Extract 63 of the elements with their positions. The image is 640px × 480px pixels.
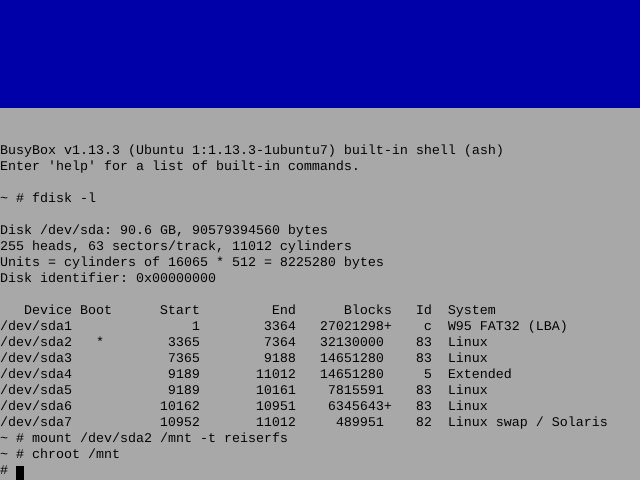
- command-line: ~ # mount /dev/sda2 /mnt -t reiserfs: [0, 432, 288, 448]
- blocks-cell: 27021298: [320, 320, 384, 336]
- end-cell: 3364: [264, 320, 296, 336]
- end-cell: 10161: [256, 384, 296, 400]
- command-line: ~ # fdisk -l: [0, 192, 96, 208]
- text-cursor: [16, 466, 24, 480]
- id-cell: 5: [424, 368, 432, 384]
- id-cell: 83: [416, 352, 432, 368]
- system-cell: Linux swap / Solaris: [448, 416, 608, 432]
- id-cell: 83: [416, 400, 432, 416]
- id-cell: c: [424, 320, 432, 336]
- blocks-cell: 6345643: [328, 400, 384, 416]
- system-cell: Extended: [448, 368, 512, 384]
- start-cell: 1: [192, 320, 200, 336]
- column-header: Boot: [78, 304, 112, 320]
- start-cell: 3365: [168, 336, 200, 352]
- system-cell: Linux: [448, 384, 488, 400]
- output-line: 255 heads, 63 sectors/track, 11012 cylinders: [0, 240, 352, 256]
- device-cell: /dev/sda5: [0, 384, 72, 400]
- blocks-flag-cell: +: [384, 320, 392, 336]
- blocks-cell: 489951: [336, 416, 384, 432]
- column-header: Device: [24, 304, 72, 320]
- id-cell: 83: [416, 336, 432, 352]
- start-cell: 10162: [160, 400, 200, 416]
- device-cell: /dev/sda2: [0, 336, 72, 352]
- blocks-cell: 14651280: [320, 352, 384, 368]
- system-cell: W95 FAT32 (LBA): [448, 320, 568, 336]
- output-line: Disk identifier: 0x00000000: [0, 272, 216, 288]
- blocks-flag-cell: +: [384, 400, 392, 416]
- start-cell: 10952: [160, 416, 200, 432]
- end-cell: 9188: [264, 352, 296, 368]
- device-cell: /dev/sda6: [0, 400, 72, 416]
- system-cell: Linux: [448, 336, 488, 352]
- start-cell: 9189: [168, 384, 200, 400]
- column-header: End: [272, 304, 296, 320]
- blocks-cell: 7815591: [328, 384, 384, 400]
- output-line: Enter 'help' for a list of built-in commands.: [0, 160, 360, 176]
- prompt: #: [0, 464, 8, 480]
- output-line: BusyBox v1.13.3 (Ubuntu 1:1.13.3-1ubuntu7) built-in shell (ash): [0, 144, 504, 160]
- system-cell: Linux: [448, 400, 488, 416]
- id-cell: 83: [416, 384, 432, 400]
- device-cell: /dev/sda3: [0, 352, 72, 368]
- column-header: Id: [416, 304, 432, 320]
- column-header: Start: [160, 304, 200, 320]
- output-line: Units = cylinders of 16065 * 512 = 8225280 bytes: [0, 256, 384, 272]
- end-cell: 11012: [256, 368, 296, 384]
- column-header: Blocks: [344, 304, 392, 320]
- end-cell: 11012: [256, 416, 296, 432]
- blocks-cell: 32130000: [320, 336, 384, 352]
- end-cell: 10951: [256, 400, 296, 416]
- column-header: System: [448, 304, 496, 320]
- end-cell: 7364: [264, 336, 296, 352]
- start-cell: 9189: [168, 368, 200, 384]
- system-cell: Linux: [448, 352, 488, 368]
- start-cell: 7365: [168, 352, 200, 368]
- boot-flag-cell-text: *: [94, 336, 104, 352]
- device-cell: /dev/sda4: [0, 368, 72, 384]
- output-line: Disk /dev/sda: 90.6 GB, 90579394560 bytes: [0, 224, 328, 240]
- command-line: ~ # chroot /mnt: [0, 448, 120, 464]
- blocks-cell: 14651280: [320, 368, 384, 384]
- device-cell: /dev/sda7: [0, 416, 72, 432]
- id-cell: 82: [416, 416, 432, 432]
- device-cell: /dev/sda1: [0, 320, 72, 336]
